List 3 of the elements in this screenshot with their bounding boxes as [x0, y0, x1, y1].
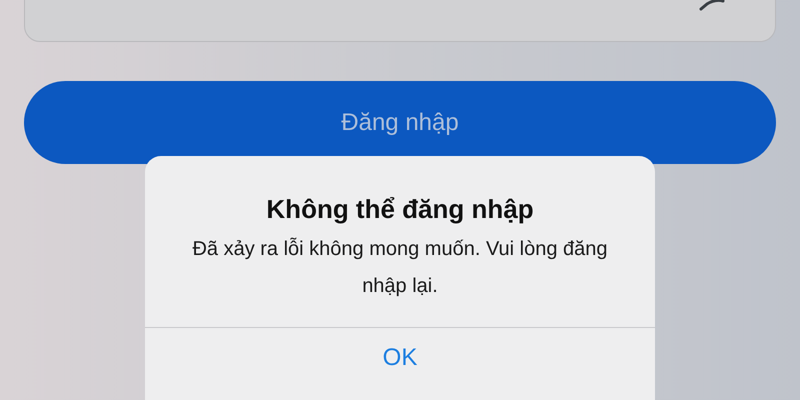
- ok-button[interactable]: OK: [352, 334, 448, 382]
- alert-title: Không thể đăng nhập: [266, 194, 534, 225]
- alert-message: Đã xảy ra lỗi không mong muốn. Vui lòng đăng nhập lại.: [191, 236, 609, 299]
